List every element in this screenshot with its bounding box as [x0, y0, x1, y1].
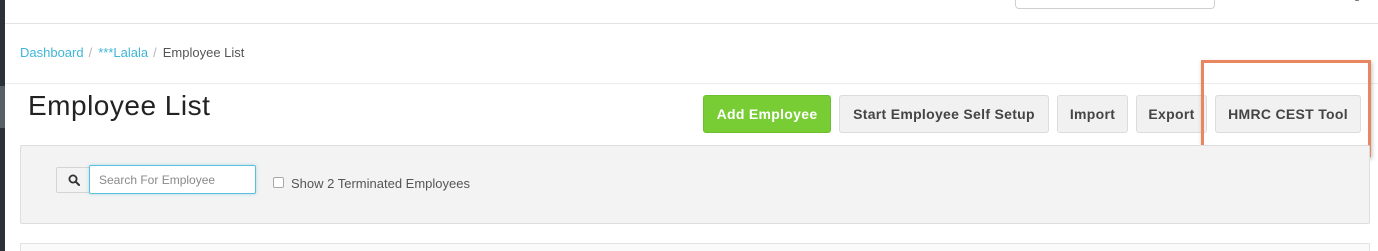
left-sidebar-rail [0, 0, 5, 251]
filter-panel: Show 2 Terminated Employees [20, 145, 1370, 224]
page-title: Employee List [28, 90, 211, 121]
divider [5, 83, 1378, 84]
hmrc-cest-tool-button[interactable]: HMRC CEST Tool [1215, 95, 1361, 133]
show-terminated-checkbox[interactable] [273, 177, 284, 188]
search-icon [56, 167, 90, 193]
import-button[interactable]: Import [1057, 95, 1128, 133]
company-selector[interactable] [1015, 0, 1215, 9]
breadcrumb-separator: / [88, 45, 93, 60]
search-employee-input[interactable] [89, 165, 256, 194]
start-self-setup-button[interactable]: Start Employee Self Setup [839, 95, 1049, 133]
user-menu-caret-icon[interactable] [1355, 0, 1359, 1]
export-button[interactable]: Export [1136, 95, 1207, 133]
breadcrumb-current: Employee List [162, 45, 245, 60]
employee-table [20, 243, 1370, 251]
breadcrumb-dashboard-link[interactable]: Dashboard [20, 45, 84, 60]
show-terminated-label[interactable]: Show 2 Terminated Employees [291, 176, 470, 191]
sidebar-active-indicator [0, 86, 5, 128]
top-header-bar [5, 0, 1378, 24]
breadcrumb: Dashboard / ***Lalala / Employee List [20, 45, 244, 60]
breadcrumb-company-link[interactable]: ***Lalala [98, 45, 148, 60]
add-employee-button[interactable]: Add Employee [703, 95, 831, 133]
breadcrumb-separator: / [153, 45, 157, 60]
